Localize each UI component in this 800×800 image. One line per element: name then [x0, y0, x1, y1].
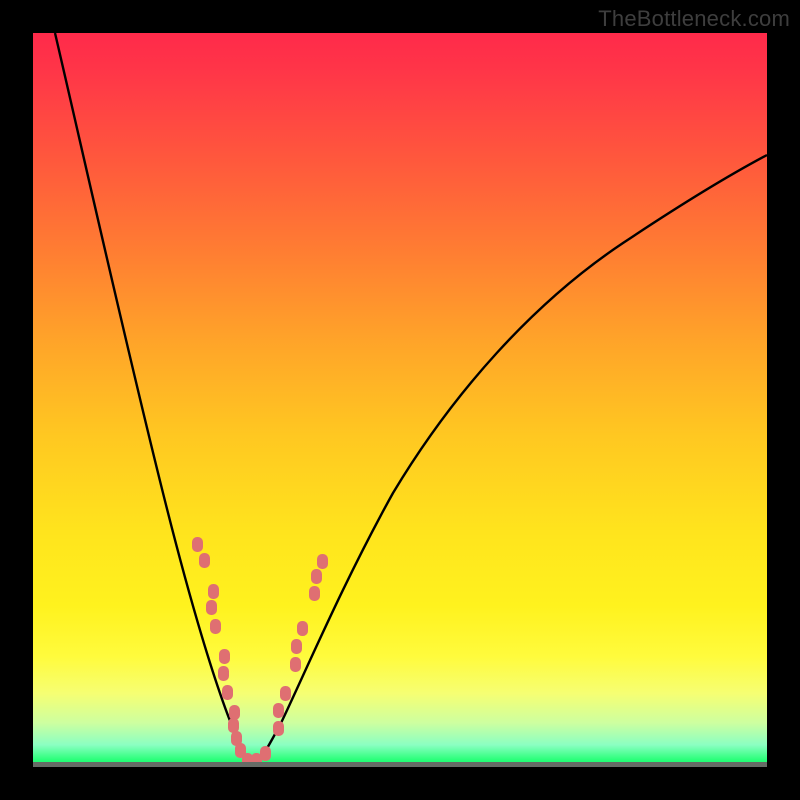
chart-frame: TheBottleneck.com: [0, 0, 800, 800]
plot-area: [33, 33, 767, 767]
curve-layer: [33, 33, 767, 767]
right-branch-curve: [253, 155, 767, 766]
watermark-text: TheBottleneck.com: [598, 6, 790, 32]
baseline-bar: [33, 762, 767, 767]
marker-cluster: [192, 537, 328, 767]
